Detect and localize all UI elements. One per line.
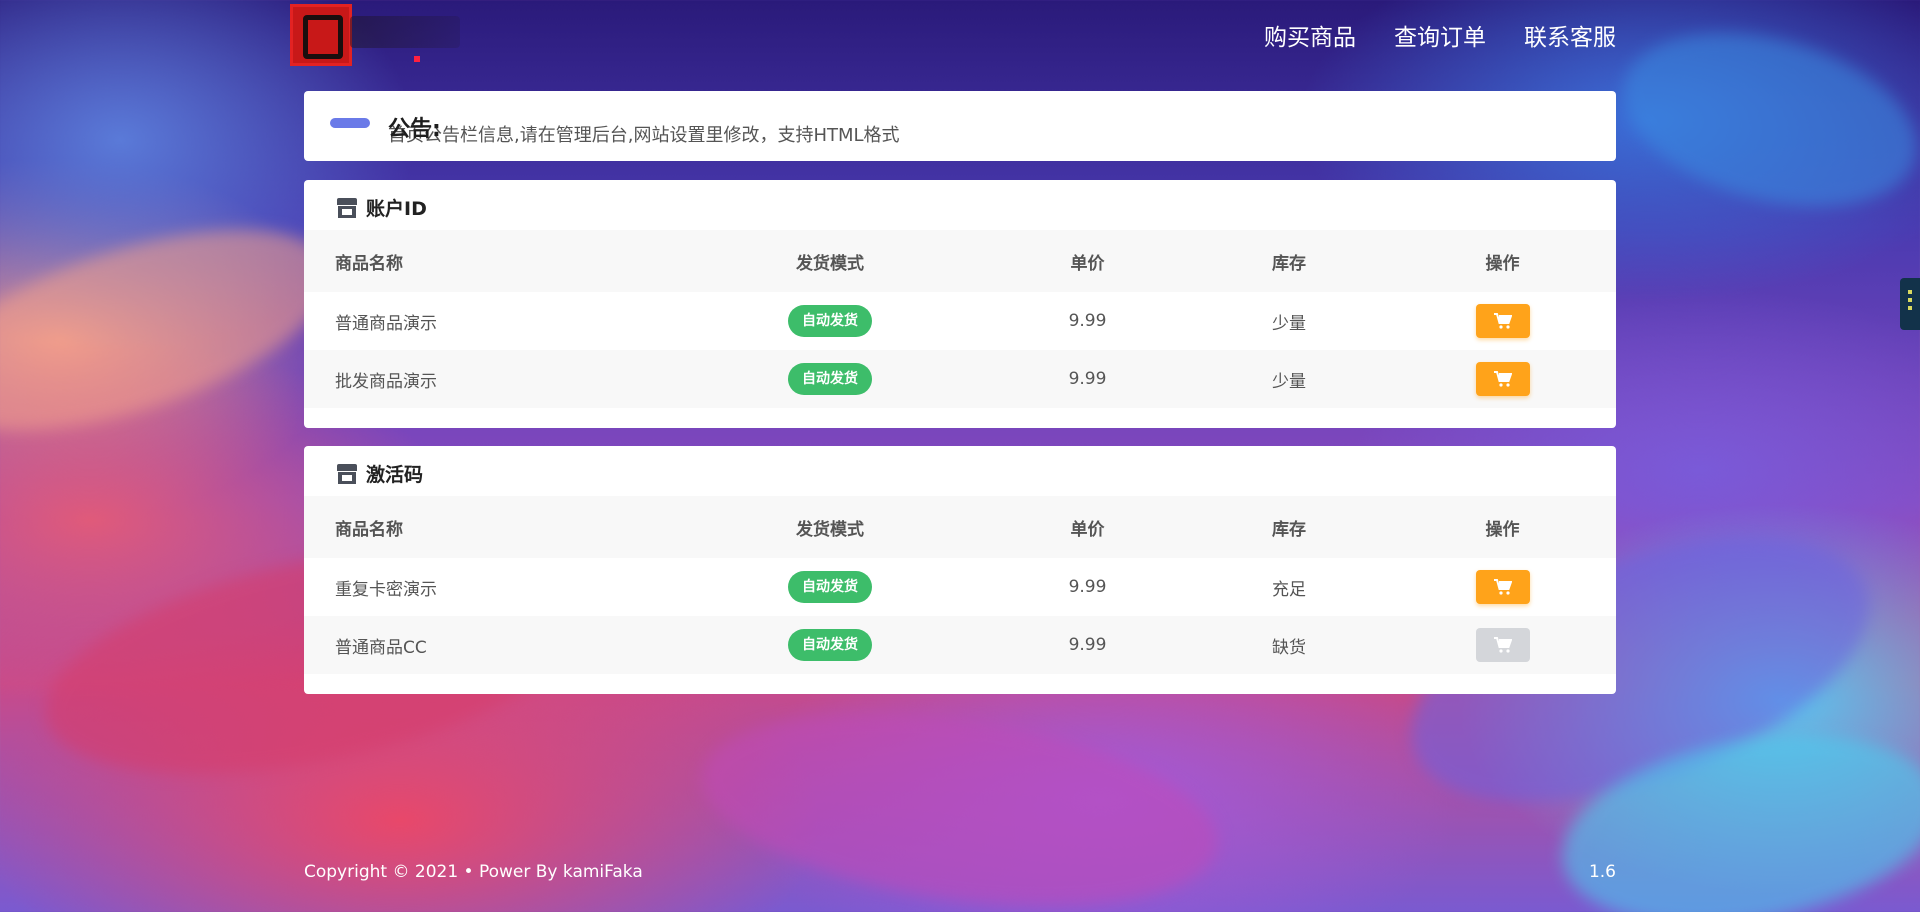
announcement-title: 公告:: [388, 117, 441, 142]
column-header-stock: 库存: [1189, 230, 1389, 292]
announcement-card: 首页公告栏信息,请在管理后台,网站设置里修改，支持HTML格式 公告:: [304, 91, 1616, 161]
buy-button[interactable]: [1475, 362, 1530, 396]
product-price: 9.99: [1068, 577, 1107, 597]
product-stock: 少量: [1189, 350, 1389, 408]
site-logo[interactable]: [290, 4, 470, 66]
shopping-cart-icon: [1493, 637, 1512, 653]
buy-button[interactable]: [1475, 304, 1530, 338]
column-header-price: 单价: [986, 230, 1189, 292]
product-price: 9.99: [986, 350, 1189, 408]
product-price: 9.99: [986, 616, 1189, 674]
product-stock: 缺货: [1189, 616, 1389, 674]
logo-mark: [290, 4, 352, 66]
main-nav: 购买商品 查询订单 联系客服: [1264, 18, 1616, 52]
category-title: 账户ID: [366, 198, 427, 220]
product-name: 普通商品CC: [304, 616, 674, 674]
product-table: 商品名称 发货模式 单价 库存 操作 重复卡密演示 自动发货 9.99 充足 普…: [304, 496, 1616, 674]
shopping-cart-icon: [1493, 313, 1512, 329]
site-header: 购买商品 查询订单 联系客服: [290, 0, 1616, 72]
product-stock: 充足: [1272, 579, 1306, 600]
logo-dot: [414, 56, 420, 62]
nav-contact-support[interactable]: 联系客服: [1524, 18, 1616, 52]
store-icon: [337, 198, 357, 218]
column-header-action: 操作: [1389, 230, 1616, 292]
table-row: 普通商品演示 自动发货 9.99 少量: [304, 292, 1616, 350]
delivery-mode-badge: 自动发货: [788, 305, 872, 337]
nav-buy-products[interactable]: 购买商品: [1264, 18, 1356, 52]
column-header-stock: 库存: [1189, 496, 1389, 558]
announcement-accent-bar: [330, 118, 370, 128]
footer-version: 1.6: [1588, 862, 1616, 882]
buy-button[interactable]: [1475, 570, 1530, 604]
store-icon: [337, 464, 357, 484]
product-stock: 少量: [1272, 313, 1306, 334]
delivery-mode-badge: 自动发货: [788, 629, 872, 661]
column-header-mode: 发货模式: [674, 230, 986, 292]
delivery-mode-badge: 自动发货: [788, 571, 872, 603]
shopping-cart-icon: [1493, 579, 1512, 595]
column-header-mode: 发货模式: [674, 496, 986, 558]
product-name: 普通商品演示: [335, 313, 437, 334]
logo-wordmark: [350, 16, 460, 48]
column-header-name: 商品名称: [304, 496, 674, 558]
side-widget[interactable]: [1900, 278, 1920, 330]
shopping-cart-icon: [1493, 371, 1512, 387]
delivery-mode-badge: 自动发货: [788, 363, 872, 395]
category-header: 激活码: [304, 446, 1616, 496]
buy-button-disabled[interactable]: [1475, 628, 1530, 662]
table-row: 批发商品演示 自动发货 9.99 少量: [304, 350, 1616, 408]
product-table: 商品名称 发货模式 单价 库存 操作 普通商品演示 自动发货 9.99 少量 批…: [304, 230, 1616, 408]
product-name: 批发商品演示: [304, 350, 674, 408]
category-title: 激活码: [366, 464, 424, 486]
product-price: 9.99: [1068, 311, 1107, 331]
footer-copyright: Copyright © 2021 • Power By kamiFaka: [304, 862, 643, 882]
nav-query-order[interactable]: 查询订单: [1394, 18, 1486, 52]
category-card-activation-code: 激活码 商品名称 发货模式 单价 库存 操作 重复卡密演示 自动发货 9.99 …: [304, 446, 1616, 694]
table-row: 普通商品CC 自动发货 9.99 缺货: [304, 616, 1616, 674]
category-header: 账户ID: [304, 180, 1616, 230]
table-row: 重复卡密演示 自动发货 9.99 充足: [304, 558, 1616, 616]
category-card-account-id: 账户ID 商品名称 发货模式 单价 库存 操作 普通商品演示 自动发货 9.99…: [304, 180, 1616, 428]
product-name: 重复卡密演示: [335, 579, 437, 600]
column-header-price: 单价: [986, 496, 1189, 558]
column-header-action: 操作: [1389, 496, 1616, 558]
column-header-name: 商品名称: [304, 230, 674, 292]
announcement-text: 首页公告栏信息,请在管理后台,网站设置里修改，支持HTML格式: [388, 125, 900, 146]
